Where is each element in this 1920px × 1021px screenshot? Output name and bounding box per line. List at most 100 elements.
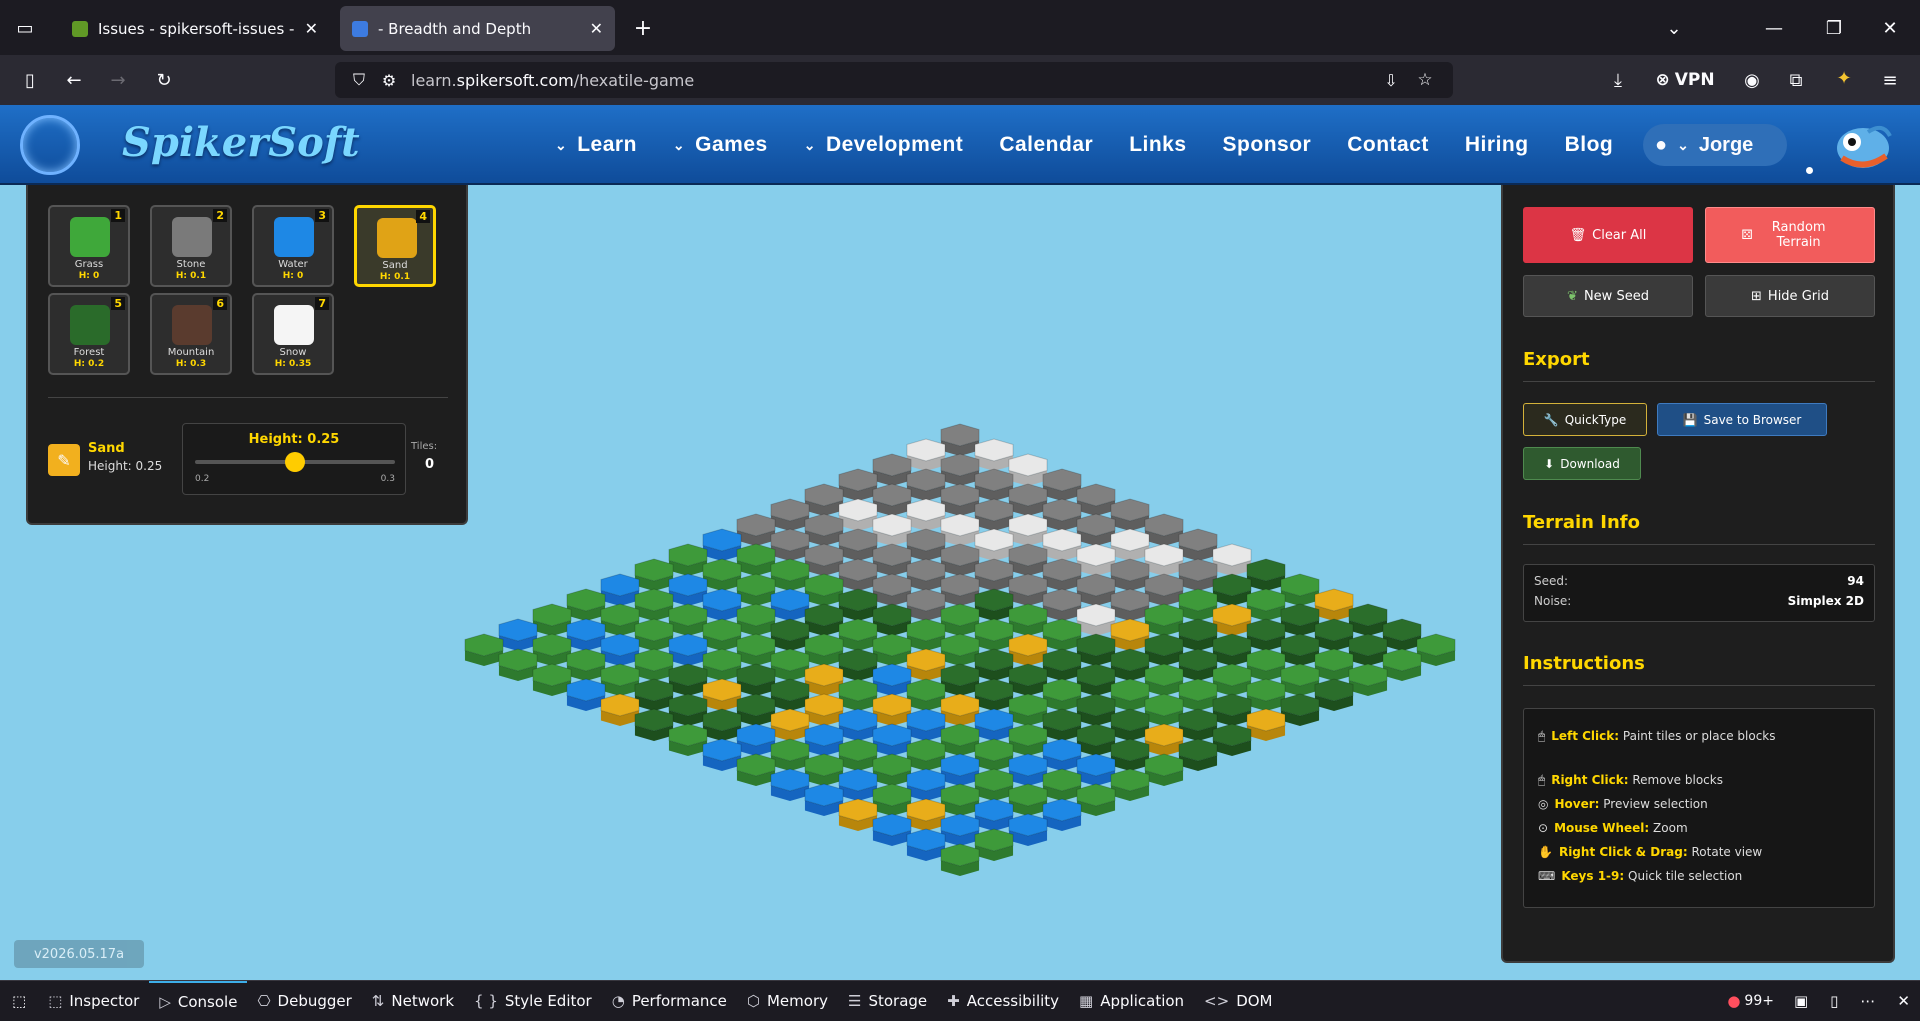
nav-calendar[interactable]: Calendar: [999, 133, 1093, 157]
site-info-icon[interactable]: ⚙: [375, 66, 403, 94]
tile-water[interactable]: 3 Water H: 0: [252, 205, 334, 287]
close-devtools-icon[interactable]: ✕: [1897, 992, 1910, 1010]
tile-name: Mountain: [167, 347, 215, 358]
nav-contact[interactable]: Contact: [1347, 133, 1429, 157]
devtools-tab-performance[interactable]: ◔ Performance: [602, 981, 737, 1021]
instruction-icon: ⌨: [1538, 869, 1556, 883]
downloads-icon[interactable]: ⤓: [1604, 66, 1632, 94]
nav-development[interactable]: ⌄ Development: [804, 133, 964, 157]
new-tab-icon[interactable]: +: [628, 14, 658, 42]
install-page-icon[interactable]: ⇩: [1377, 66, 1405, 94]
tile-forest[interactable]: 5 Forest H: 0.2: [48, 293, 130, 375]
devtools-tab-label: Console: [177, 992, 238, 1011]
instruction-icon: ◎: [1538, 797, 1549, 811]
reload-icon[interactable]: ↻: [150, 66, 178, 94]
element-picker-icon[interactable]: ⬚: [0, 981, 38, 1021]
menu-icon[interactable]: ≡: [1876, 66, 1904, 94]
close-tab-icon[interactable]: ✕: [590, 19, 603, 38]
devtools-tab-accessibility[interactable]: ✚ Accessibility: [937, 981, 1069, 1021]
devtools-tab-console[interactable]: ▷ Console: [149, 980, 248, 1021]
chevron-down-icon: ⌄: [1677, 136, 1689, 153]
tile-grass[interactable]: 1 Grass H: 0: [48, 205, 130, 287]
tile-name: Forest: [73, 347, 105, 358]
vpn-button[interactable]: ⊗ VPN: [1650, 66, 1720, 94]
nav-games[interactable]: ⌄ Games: [673, 133, 768, 157]
devtools-toolbar: ⬚ ⬚ Inspector ▷ Console ⎔ Debugger ⇅ Network { }…: [0, 980, 1920, 1020]
tile-swatch: [70, 305, 110, 345]
devtools-tab-debugger[interactable]: ⎔ Debugger: [247, 981, 361, 1021]
grid-icon: ⊞: [1751, 288, 1762, 304]
wrench-icon: 🔧: [1543, 412, 1559, 427]
tile-stone[interactable]: 2 Stone H: 0.1: [150, 205, 232, 287]
tile-sand[interactable]: 4 Sand H: 0.1: [354, 205, 436, 287]
spikersoft-logo-icon[interactable]: [20, 115, 80, 175]
tile-mountain[interactable]: 6 Mountain H: 0.3: [150, 293, 232, 375]
error-count[interactable]: 99+: [1744, 993, 1774, 1009]
shield-icon[interactable]: ⛉: [345, 66, 373, 94]
nav-sponsor[interactable]: Sponsor: [1223, 133, 1312, 157]
new-seed-button[interactable]: ❦ New Seed: [1523, 275, 1693, 317]
devtools-tab-memory[interactable]: ⬡ Memory: [737, 981, 838, 1021]
close-window-icon[interactable]: ✕: [1876, 14, 1904, 42]
devtools-tab-icon: ▷: [159, 992, 171, 1011]
dock-side-icon[interactable]: ▯: [1830, 992, 1838, 1010]
devtools-tab-icon: ⬡: [746, 991, 760, 1010]
nav-label: Blog: [1564, 133, 1614, 156]
nav-learn[interactable]: ⌄ Learn: [555, 133, 637, 157]
error-icon[interactable]: ●: [1727, 992, 1740, 1010]
browser-nav-bar: ▯ ← → ↻ ⛉ ⚙ learn. spikersoft.com/hexatil…: [0, 55, 1920, 105]
chevron-down-icon[interactable]: ⌄: [1660, 14, 1688, 42]
devtools-tab-dom[interactable]: <> DOM: [1194, 981, 1282, 1021]
url-bar[interactable]: ⛉ ⚙ learn. spikersoft.com/hexatile-game ⇩…: [335, 62, 1453, 98]
tile-snow[interactable]: 7 Snow H: 0.35: [252, 293, 334, 375]
slider-min-label: 0.2: [195, 474, 210, 484]
account-icon[interactable]: ◉: [1738, 66, 1766, 94]
forward-icon[interactable]: →: [104, 66, 132, 94]
chameleon-mascot-icon[interactable]: [1828, 112, 1898, 178]
devtools-tab-application[interactable]: ▦ Application: [1069, 981, 1194, 1021]
devtools-tab-style-editor[interactable]: { } Style Editor: [464, 981, 602, 1021]
user-menu-button[interactable]: ● ⌄ Jorge: [1643, 124, 1787, 166]
tile-swatch: [172, 217, 212, 257]
browser-tab-strip: ▭ Issues - spikersoft-issues - Gitea ✕ -…: [0, 0, 1920, 55]
hide-grid-button[interactable]: ⊞ Hide Grid: [1705, 275, 1875, 317]
nav-hiring[interactable]: Hiring: [1465, 133, 1529, 157]
bookmark-star-icon[interactable]: ☆: [1411, 66, 1439, 94]
chevron-down-icon: ⌄: [672, 136, 686, 153]
tab-list-icon[interactable]: ▭: [12, 15, 38, 41]
extensions-icon[interactable]: ⧉: [1782, 66, 1810, 94]
restore-icon[interactable]: ❐: [1820, 14, 1848, 42]
more-options-icon[interactable]: ⋯: [1860, 992, 1875, 1010]
back-icon[interactable]: ←: [60, 66, 88, 94]
height-slider-thumb[interactable]: [285, 452, 305, 472]
responsive-design-icon[interactable]: ▣: [1794, 992, 1808, 1010]
random-terrain-button[interactable]: ⚄ Random Terrain: [1705, 207, 1875, 263]
quicktype-label: QuickType: [1564, 412, 1627, 427]
tab-breadth-depth[interactable]: - Breadth and Depth ✕: [340, 6, 615, 51]
devtools-tab-icon: ⬚: [48, 991, 63, 1010]
minimize-icon[interactable]: —: [1760, 14, 1788, 42]
nav-blog[interactable]: Blog: [1565, 133, 1614, 157]
trash-icon: 🗑: [1569, 227, 1587, 243]
nav-label: Sponsor: [1222, 133, 1312, 156]
game-canvas[interactable]: 1 Grass H: 0 2 Stone H: 0.1 3 Water H: 0 4 Sand H: …: [0, 185, 1920, 980]
clear-all-button[interactable]: 🗑 Clear All: [1523, 207, 1693, 263]
noise-row: Noise: Simplex 2D: [1534, 594, 1864, 608]
download-label: Download: [1560, 456, 1620, 471]
download-button[interactable]: ⬇ Download: [1523, 447, 1641, 480]
close-tab-icon[interactable]: ✕: [305, 19, 318, 38]
tile-key-number: 2: [213, 209, 227, 222]
quicktype-button[interactable]: 🔧 QuickType: [1523, 403, 1647, 436]
export-heading: Export: [1523, 349, 1590, 370]
nav-links[interactable]: Links: [1129, 133, 1186, 157]
devtools-tab-inspector[interactable]: ⬚ Inspector: [38, 981, 149, 1021]
extension-badge-icon[interactable]: ✦: [1830, 64, 1858, 92]
devtools-tab-network[interactable]: ⇅ Network: [362, 981, 464, 1021]
save-to-browser-button[interactable]: 💾 Save to Browser: [1657, 403, 1827, 436]
brand-name[interactable]: SpikerSoft: [122, 119, 360, 166]
devtools-tab-storage[interactable]: ☰ Storage: [838, 981, 937, 1021]
tile-key-number: 5: [111, 297, 125, 310]
tab-gitea-issues[interactable]: Issues - spikersoft-issues - Gitea ✕: [60, 6, 330, 51]
sidebar-toggle-icon[interactable]: ▯: [16, 66, 44, 94]
tile-name: Sand: [382, 260, 408, 271]
